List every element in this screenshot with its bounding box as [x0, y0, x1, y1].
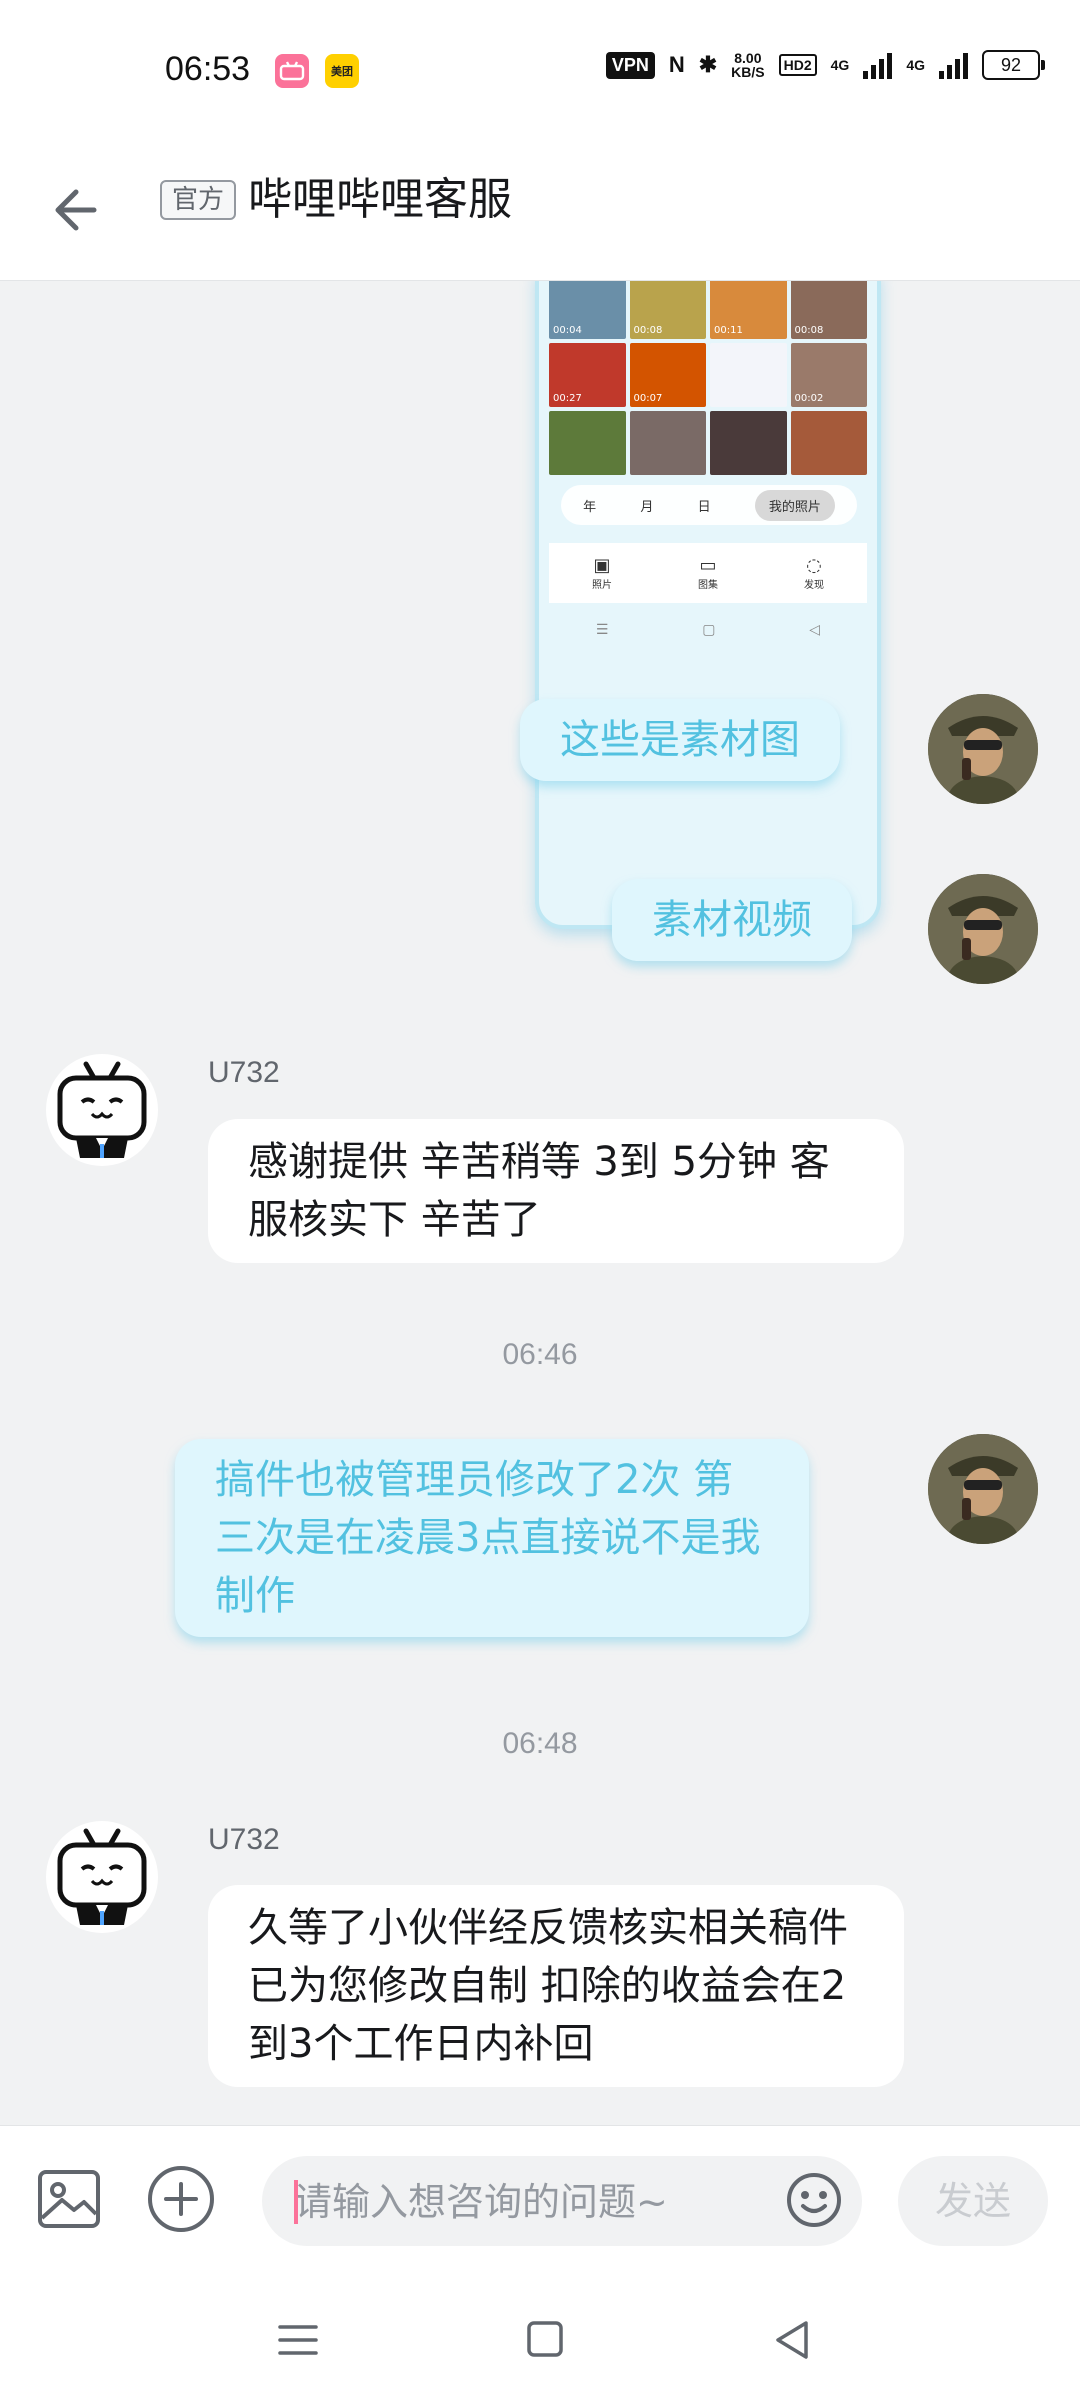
soldier-avatar-icon	[928, 1434, 1038, 1544]
network-speed: 8.00 KB/S	[731, 51, 764, 79]
thumb-duration: 00:02	[794, 393, 824, 404]
outgoing-message[interactable]: 素材视频	[612, 879, 852, 961]
message-text: 素材视频	[652, 897, 812, 943]
emoji-button[interactable]	[784, 2170, 844, 2230]
meituan-app-icon: 美团	[325, 54, 359, 88]
user-avatar[interactable]	[928, 874, 1038, 984]
sender-name: U732	[208, 1056, 280, 1089]
emoji-icon	[787, 2173, 841, 2227]
photo-thumb: 00:02	[790, 343, 867, 407]
image-icon	[38, 2170, 100, 2228]
status-bar: 06:53 美团 VPN N ✱ 8.00 KB/S HD2 4G 4G 92	[0, 0, 1080, 140]
menu-nav-button[interactable]	[268, 2315, 328, 2365]
thumb-duration: 00:04	[553, 325, 582, 336]
incoming-message[interactable]: 感谢提供 辛苦稍等 3到 5分钟 客服核实下 辛苦了	[208, 1119, 904, 1263]
user-avatar[interactable]	[928, 1434, 1038, 1544]
segment-year: 年	[583, 499, 597, 515]
photo-thumb	[710, 343, 787, 407]
thumb-duration: 00:08	[794, 325, 824, 336]
photo-thumb	[629, 411, 706, 475]
tab-photos-label: 照片	[592, 580, 612, 591]
photo-thumb	[790, 411, 867, 475]
message-text: 搞件也被管理员修改了2次 第三次是在凌晨3点直接说不是我制作	[215, 1457, 761, 1619]
send-button[interactable]: 发送	[898, 2156, 1048, 2246]
photo-thumb: 00:08	[629, 281, 706, 339]
image-picker-button[interactable]	[34, 2164, 104, 2234]
tab-discover: ◌ 发现	[804, 555, 824, 591]
vpn-icon: VPN	[605, 51, 655, 79]
outgoing-message[interactable]: 搞件也被管理员修改了2次 第三次是在凌晨3点直接说不是我制作	[175, 1439, 809, 1637]
photo-thumb: 00:04	[549, 281, 626, 339]
thumb-duration: 00:08	[633, 325, 663, 336]
home-nav-button[interactable]	[515, 2315, 575, 2365]
tab-discover-label: 发现	[804, 580, 824, 591]
user-avatar[interactable]	[928, 694, 1038, 804]
photo-thumb: 00:08	[790, 281, 867, 339]
outgoing-message[interactable]: 这些是素材图	[520, 699, 840, 781]
photo-thumb	[710, 411, 787, 475]
chat-header: 官方 哔哩哔哩客服	[0, 140, 1080, 281]
triangle-back-icon	[776, 2321, 808, 2359]
photo-thumb	[549, 411, 626, 475]
text-caret	[294, 2180, 298, 2224]
more-actions-button[interactable]	[146, 2164, 216, 2234]
photo-phone-nav: ☰ ▢ ◁	[595, 622, 821, 638]
soldier-avatar-icon	[928, 694, 1038, 804]
timestamp: 06:46	[502, 1338, 578, 1371]
nfc-icon: N	[668, 52, 685, 77]
battery-icon: 92	[982, 50, 1045, 80]
message-text: 感谢提供 辛苦稍等 3到 5分钟 客服核实下 辛苦了	[248, 1139, 830, 1243]
menu-icon	[278, 2325, 318, 2355]
segment-day: 日	[697, 499, 711, 515]
bilibili-tv-mascot-icon	[48, 1056, 156, 1164]
photo-app-tabs: ▣ 照片 ▭ 图集 ◌ 发现	[549, 543, 867, 603]
message-input-container[interactable]	[262, 2156, 862, 2248]
thumb-duration: 00:07	[633, 393, 663, 404]
tab-albums-label: 图集	[698, 580, 718, 591]
input-bar: 发送	[0, 2125, 1080, 2276]
bilibili-tv-mascot-icon	[48, 1823, 156, 1931]
back-button[interactable]	[50, 178, 114, 242]
message-list[interactable]: 00:04 00:08 00:11 00:08 00:27 00:07 00:0…	[0, 281, 1080, 2125]
hd-voice-icon: HD2	[778, 54, 817, 76]
thumb-duration: 00:27	[553, 393, 582, 404]
official-badge: 官方	[160, 180, 237, 220]
message-input[interactable]	[292, 2156, 766, 2248]
photo-thumb: 00:11	[710, 281, 787, 339]
bluetooth-icon: ✱	[698, 52, 718, 77]
shared-image-message[interactable]: 00:04 00:08 00:11 00:08 00:27 00:07 00:0…	[535, 281, 881, 929]
photo-thumb: 00:27	[549, 343, 626, 407]
arrow-left-icon	[55, 189, 97, 231]
network-speed-unit: KB/S	[731, 64, 765, 80]
segment-month: 月	[640, 499, 654, 515]
status-time: 06:53	[165, 50, 251, 88]
bot-avatar[interactable]	[46, 1821, 158, 1933]
page-title: 哔哩哔哩客服	[248, 174, 512, 225]
bilibili-app-icon	[275, 54, 309, 88]
message-text: 久等了小伙伴经反馈核实相关稿件已为您修改自制 扣除的收益会在2到3个工作日内补回	[248, 1905, 848, 2067]
square-home-icon	[527, 2321, 563, 2357]
timestamp: 06:48	[502, 1727, 578, 1760]
incoming-message[interactable]: 久等了小伙伴经反馈核实相关稿件已为您修改自制 扣除的收益会在2到3个工作日内补回	[208, 1885, 904, 2087]
signal-icon-2	[939, 51, 968, 79]
photo-thumb: 00:07	[629, 343, 706, 407]
tab-photos: ▣ 照片	[592, 555, 612, 591]
network-type-1: 4G	[830, 57, 850, 73]
photo-segment-control: 年 月 日 我的照片	[561, 485, 857, 525]
back-nav-button[interactable]	[762, 2315, 822, 2365]
signal-icon-1	[863, 51, 893, 79]
network-type-2: 4G	[906, 57, 925, 73]
status-indicators: VPN N ✱ 8.00 KB/S HD2 4G 4G 92	[605, 50, 1045, 80]
soldier-avatar-icon	[928, 874, 1038, 984]
segment-my-photos: 我的照片	[754, 489, 835, 521]
tab-albums: ▭ 图集	[698, 555, 718, 591]
system-navigation-bar	[0, 2275, 1080, 2400]
bot-avatar[interactable]	[46, 1054, 158, 1166]
thumb-duration: 00:11	[714, 325, 743, 336]
message-text: 这些是素材图	[560, 717, 800, 763]
sender-name: U732	[208, 1823, 280, 1856]
plus-circle-icon	[148, 2166, 214, 2232]
